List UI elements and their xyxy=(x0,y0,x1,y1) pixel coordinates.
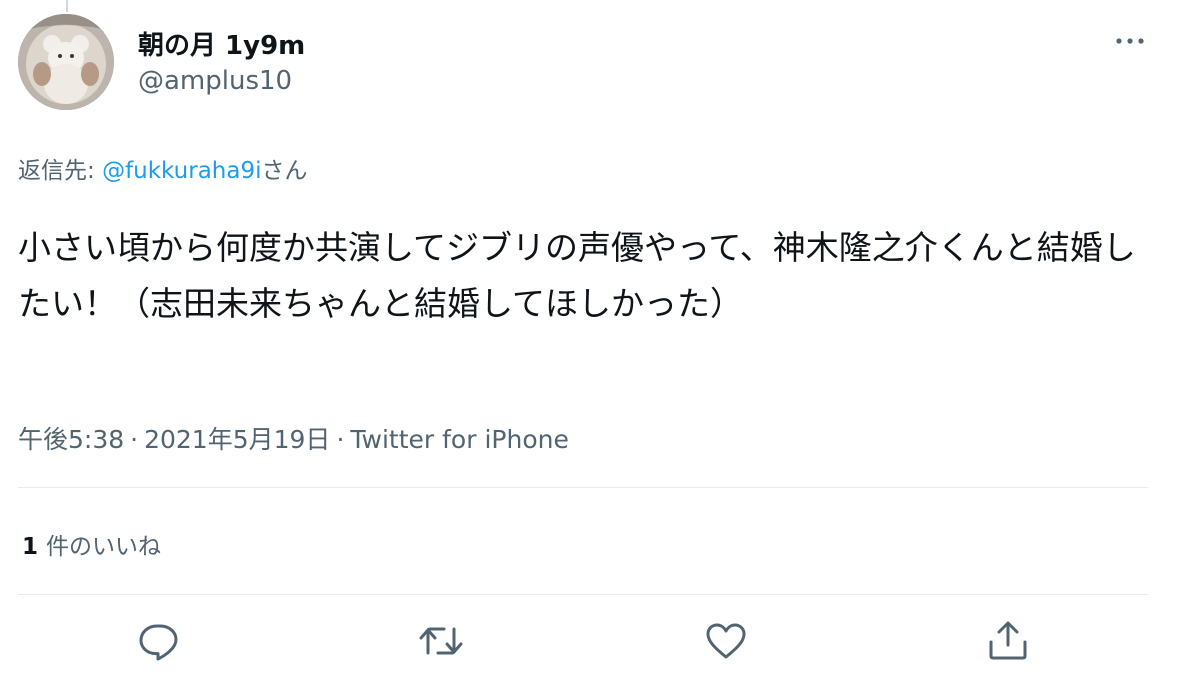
reply-bubble-icon[interactable] xyxy=(136,618,182,664)
thread-connector-line xyxy=(66,0,68,12)
reply-prefix: 返信先: xyxy=(18,158,103,184)
tweet-time[interactable]: 午後5:38 xyxy=(18,425,124,454)
likes-count-link[interactable]: 1 件のいいね xyxy=(22,527,161,561)
reply-context: 返信先: @fukkuraha9iさん xyxy=(18,151,308,185)
tweet-text: 小さい頃から何度か共演してジブリの声優やって、神木隆之介くんと結婚したい！（志田… xyxy=(18,228,1136,323)
tweet-metadata: 午後5:38 · 2021年5月19日 · Twitter for iPhone xyxy=(18,420,569,456)
divider xyxy=(18,594,1148,595)
divider xyxy=(18,487,1148,488)
retweet-icon[interactable] xyxy=(418,618,464,664)
reply-mention-link[interactable]: @fukkuraha9i xyxy=(102,158,261,184)
user-handle[interactable]: @amplus10 xyxy=(138,66,292,96)
meta-separator: · xyxy=(130,425,139,454)
meta-separator: · xyxy=(336,425,345,454)
avatar[interactable] xyxy=(18,14,114,110)
reply-suffix: さん xyxy=(261,158,308,184)
like-count: 1 xyxy=(22,534,39,560)
avatar-image xyxy=(18,14,114,110)
tweet-date[interactable]: 2021年5月19日 xyxy=(144,425,330,454)
tweet-source-link[interactable]: Twitter for iPhone xyxy=(350,425,568,454)
display-name[interactable]: 朝の月 1y9m xyxy=(138,25,305,62)
share-upload-icon[interactable] xyxy=(985,618,1031,664)
more-horizontal-icon[interactable] xyxy=(1114,28,1146,52)
heart-icon[interactable] xyxy=(703,618,749,664)
like-label: 件のいいね xyxy=(46,534,162,560)
